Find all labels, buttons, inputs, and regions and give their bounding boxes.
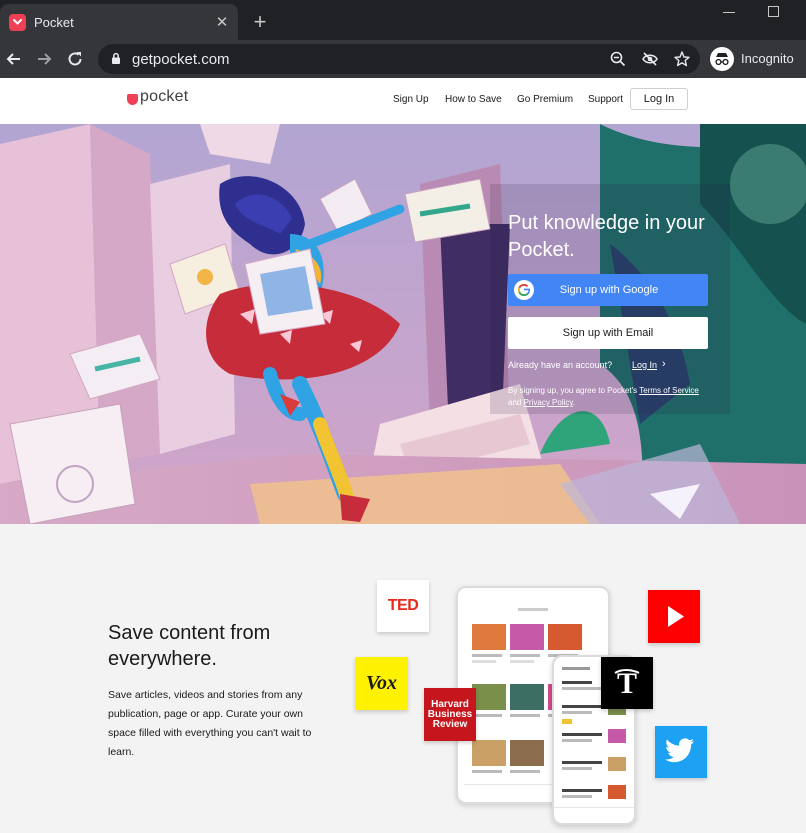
- site-header: pocket Sign Up How to Save Go Premium Su…: [0, 78, 806, 124]
- hero-section: Put knowledge in your Pocket. Sign up wi…: [0, 124, 806, 524]
- new-tab-button[interactable]: +: [249, 11, 271, 34]
- signup-google-button[interactable]: Sign up with Google: [508, 274, 708, 306]
- forward-arrow-icon[interactable]: [34, 49, 54, 69]
- terms-and: and: [508, 398, 522, 407]
- nyt-logo-icon: T: [614, 667, 640, 700]
- chevron-right-icon[interactable]: ›: [662, 358, 666, 370]
- nav-support[interactable]: Support: [588, 94, 623, 105]
- privacy-policy-link[interactable]: Privacy Policy: [524, 398, 573, 407]
- nyt-logo-tile: T: [601, 657, 653, 709]
- nav-sign-up[interactable]: Sign Up: [393, 94, 429, 105]
- reload-icon[interactable]: [65, 49, 85, 69]
- nav-go-premium[interactable]: Go Premium: [517, 94, 573, 105]
- tab-close-icon[interactable]: ✕: [212, 13, 232, 33]
- hbr-logo-tile: Harvard Business Review: [424, 688, 476, 741]
- browser-toolbar: getpocket.com Incognito: [0, 40, 806, 78]
- youtube-logo-tile: [648, 590, 700, 643]
- ted-logo-text: TED: [387, 597, 419, 614]
- twitter-logo-tile: [655, 726, 707, 778]
- zoom-out-icon[interactable]: [609, 50, 627, 68]
- logo-text: pocket: [140, 88, 189, 105]
- browser-tab[interactable]: Pocket ✕: [0, 4, 238, 44]
- twitter-bird-icon: [664, 738, 695, 763]
- terms-prefix: By signing up, you agree to Pocket's: [508, 386, 638, 395]
- incognito-label: Incognito: [741, 51, 794, 66]
- hero-login-link[interactable]: Log In: [632, 360, 657, 370]
- incognito-icon: [710, 47, 734, 71]
- ted-logo-tile: TED: [377, 580, 429, 632]
- star-icon[interactable]: [673, 50, 691, 68]
- youtube-play-icon: [668, 606, 684, 627]
- pocket-logo-icon: [127, 94, 138, 105]
- window-maximize-icon[interactable]: [768, 6, 779, 17]
- hero-title: Put knowledge in your Pocket.: [508, 212, 705, 261]
- hbr-logo-text: Harvard Business Review: [427, 698, 473, 730]
- back-arrow-icon[interactable]: [4, 49, 24, 69]
- signup-google-label: Sign up with Google: [559, 284, 659, 296]
- nav-how-to-save[interactable]: How to Save: [445, 94, 502, 105]
- eye-off-icon[interactable]: [641, 50, 659, 68]
- terms-of-service-link[interactable]: Terms of Service: [639, 386, 699, 395]
- save-content-section: Save content from everywhere. Save artic…: [0, 524, 806, 833]
- vox-logo-text: Vox: [365, 672, 398, 694]
- terms-text: By signing up, you agree to Pocket's Ter…: [508, 385, 728, 409]
- header-login-button[interactable]: Log In: [630, 88, 688, 110]
- save-section-description: Save articles, videos and stories from a…: [108, 689, 312, 758]
- signup-email-button[interactable]: Sign up with Email: [508, 317, 708, 349]
- tab-title: Pocket: [34, 15, 74, 30]
- already-account-text: Already have an account?: [508, 360, 613, 370]
- address-bar[interactable]: getpocket.com: [98, 44, 700, 74]
- window-minimize-icon[interactable]: [723, 12, 735, 13]
- vox-logo-tile: Vox: [355, 657, 408, 710]
- pocket-favicon: [9, 14, 26, 31]
- save-section-title: Save content from everywhere.: [108, 622, 271, 670]
- lock-icon[interactable]: [111, 52, 121, 65]
- browser-tabstrip: Pocket ✕ +: [0, 0, 806, 44]
- url-text[interactable]: getpocket.com: [132, 51, 230, 68]
- terms-suffix: .: [572, 398, 576, 407]
